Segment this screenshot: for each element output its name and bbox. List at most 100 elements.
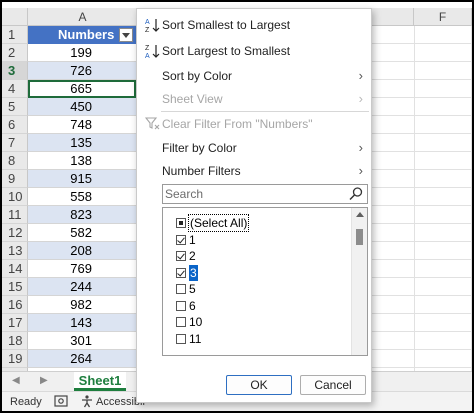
checkbox[interactable] xyxy=(176,317,186,327)
filter-value-option[interactable]: 1 xyxy=(163,232,351,248)
checkbox[interactable] xyxy=(176,234,186,245)
column-header-e[interactable] xyxy=(372,8,414,26)
option-label: (Select All) xyxy=(187,214,250,232)
data-cell[interactable]: 301 xyxy=(28,332,138,350)
sort-ascending-item[interactable]: AZ Sort Smallest to Largest xyxy=(137,14,371,36)
grid-line xyxy=(372,97,472,98)
grid-line xyxy=(372,295,472,296)
sheet-view-label: Sheet View xyxy=(162,92,223,106)
row-header[interactable]: 2 xyxy=(2,44,28,62)
chevron-right-icon: › xyxy=(358,68,363,83)
row-header[interactable]: 8 xyxy=(2,152,28,170)
data-cell[interactable]: 582 xyxy=(28,224,138,242)
row-header[interactable]: 18 xyxy=(2,332,28,350)
row-header[interactable]: 19 xyxy=(2,350,28,368)
option-label: 6 xyxy=(189,298,196,313)
data-cell[interactable]: 823 xyxy=(28,206,138,224)
row-header[interactable]: 17 xyxy=(2,314,28,332)
search-icon[interactable] xyxy=(348,186,364,202)
list-scrollbar[interactable] xyxy=(351,208,367,355)
checkbox[interactable] xyxy=(176,333,186,344)
filter-by-color-label: Filter by Color xyxy=(162,141,237,155)
data-cell[interactable]: 915 xyxy=(28,170,138,188)
grid-line xyxy=(372,223,472,224)
filter-value-option[interactable]: 11 xyxy=(163,331,351,347)
data-cell[interactable]: 769 xyxy=(28,260,138,278)
svg-text:Z: Z xyxy=(145,45,150,52)
filter-value-list[interactable]: (Select All) 1 2 3 5 6 10 11 xyxy=(162,207,368,356)
option-label: 10 xyxy=(189,315,203,329)
grid-line xyxy=(372,151,472,152)
row-header[interactable]: 11 xyxy=(2,206,28,224)
grid-line xyxy=(372,331,472,332)
checkbox[interactable] xyxy=(176,300,186,311)
search-box[interactable] xyxy=(162,184,368,204)
macro-recording-icon[interactable] xyxy=(54,394,68,411)
scroll-up-icon[interactable] xyxy=(356,212,364,217)
search-input[interactable] xyxy=(165,186,345,202)
row-header[interactable]: 10 xyxy=(2,188,28,206)
filter-value-option[interactable]: 10 xyxy=(163,314,351,330)
filter-value-option[interactable]: 5 xyxy=(163,281,351,297)
row-header[interactable]: 16 xyxy=(2,296,28,314)
data-cell[interactable]: 138 xyxy=(28,152,138,170)
row-header[interactable]: 3 xyxy=(2,62,28,80)
checkbox[interactable] xyxy=(176,267,186,278)
select-all-option[interactable]: (Select All) xyxy=(163,214,351,232)
option-label: 11 xyxy=(189,331,202,346)
row-header[interactable]: 15 xyxy=(2,278,28,296)
scrollbar-thumb[interactable] xyxy=(356,229,363,245)
accessibility-icon[interactable] xyxy=(80,394,94,411)
excel-window: A F 1234567891011121314151617181920 1997… xyxy=(0,0,474,413)
data-cell[interactable]: 450 xyxy=(28,98,138,116)
data-cell[interactable]: 244 xyxy=(28,278,138,296)
row-header[interactable]: 6 xyxy=(2,116,28,134)
svg-text:A: A xyxy=(145,19,150,26)
sheet-tab-sheet1[interactable]: Sheet1 xyxy=(74,372,126,391)
checkbox[interactable] xyxy=(176,218,186,228)
grid-line xyxy=(471,26,472,372)
filter-value-option[interactable]: 6 xyxy=(163,298,351,314)
row-header[interactable]: 12 xyxy=(2,224,28,242)
filter-dropdown-button[interactable] xyxy=(119,28,133,42)
row-header[interactable]: 7 xyxy=(2,134,28,152)
sort-descending-item[interactable]: ZA Sort Largest to Smallest xyxy=(137,40,371,62)
next-sheet-icon[interactable]: ▶ xyxy=(40,375,48,386)
number-filters-item[interactable]: Number Filters › xyxy=(137,160,371,182)
clear-filter-item: Clear Filter From "Numbers" xyxy=(137,113,371,135)
row-header[interactable]: 14 xyxy=(2,260,28,278)
filter-value-option[interactable]: 3 xyxy=(163,264,351,281)
row-header[interactable]: 13 xyxy=(2,242,28,260)
ok-button[interactable]: OK xyxy=(226,375,292,395)
grid-line xyxy=(372,313,472,314)
row-header[interactable]: 1 xyxy=(2,26,28,44)
checkbox[interactable] xyxy=(176,251,186,261)
data-cell[interactable]: 264 xyxy=(28,350,138,368)
grid-line xyxy=(372,187,472,188)
cancel-button[interactable]: Cancel xyxy=(300,375,366,395)
checkbox[interactable] xyxy=(176,284,186,294)
row-header[interactable]: 4 xyxy=(2,80,28,98)
data-cell[interactable]: 726 xyxy=(28,62,138,80)
data-cell[interactable]: 143 xyxy=(28,314,138,332)
row-header[interactable]: 9 xyxy=(2,170,28,188)
data-cell[interactable]: 558 xyxy=(28,188,138,206)
select-all-corner[interactable] xyxy=(2,8,28,26)
column-header-a[interactable]: A xyxy=(28,8,138,26)
data-cell[interactable]: 208 xyxy=(28,242,138,260)
column-header-f[interactable]: F xyxy=(414,8,472,26)
sort-by-color-item[interactable]: Sort by Color › xyxy=(137,65,371,87)
data-cell[interactable]: 982 xyxy=(28,296,138,314)
filter-by-color-item[interactable]: Filter by Color › xyxy=(137,137,371,159)
row-header[interactable]: 5 xyxy=(2,98,28,116)
sort-ascending-label: Sort Smallest to Largest xyxy=(162,18,291,32)
grid-line xyxy=(372,367,472,368)
data-cell[interactable]: 135 xyxy=(28,134,138,152)
data-cell[interactable]: 748 xyxy=(28,116,138,134)
prev-sheet-icon[interactable]: ◀ xyxy=(12,375,20,386)
filter-value-option[interactable]: 2 xyxy=(163,248,351,264)
grid-line xyxy=(372,241,472,242)
clear-filter-label: Clear Filter From "Numbers" xyxy=(162,117,313,131)
data-cell[interactable]: 199 xyxy=(28,44,138,62)
option-label: 2 xyxy=(189,249,196,263)
